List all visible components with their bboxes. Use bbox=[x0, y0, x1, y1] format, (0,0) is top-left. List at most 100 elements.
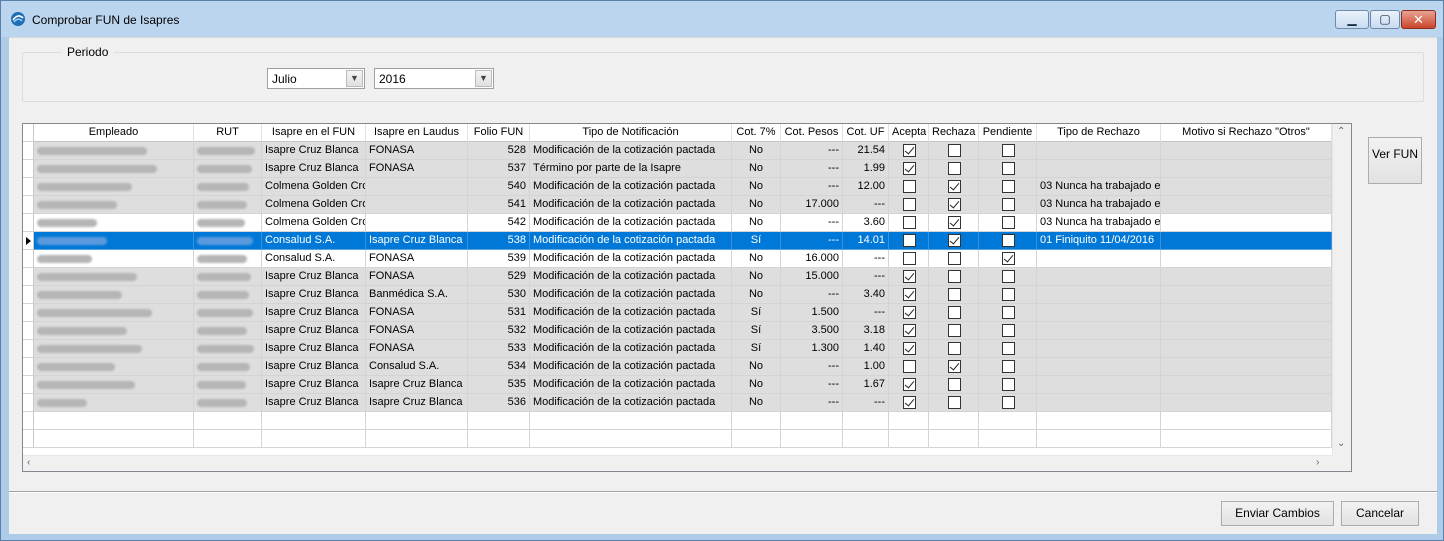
col-rechaza-cell[interactable] bbox=[929, 196, 979, 214]
pendiente-checkbox[interactable] bbox=[1002, 180, 1015, 193]
scroll-down-icon[interactable]: ⌄ bbox=[1337, 438, 1345, 449]
row-selector[interactable] bbox=[23, 160, 34, 178]
pendiente-checkbox[interactable] bbox=[1002, 288, 1015, 301]
rechaza-checkbox[interactable] bbox=[948, 234, 961, 247]
column-header[interactable]: Acepta bbox=[889, 124, 929, 142]
rechaza-checkbox[interactable] bbox=[948, 396, 961, 409]
empty-row[interactable] bbox=[23, 430, 1332, 448]
acepta-checkbox[interactable] bbox=[903, 396, 916, 409]
rechaza-checkbox[interactable] bbox=[948, 144, 961, 157]
col-acepta-cell[interactable] bbox=[889, 430, 929, 448]
acepta-checkbox[interactable] bbox=[903, 198, 916, 211]
column-header[interactable]: RUT bbox=[194, 124, 262, 142]
pendiente-checkbox[interactable] bbox=[1002, 216, 1015, 229]
vertical-scrollbar[interactable]: ⌃ ⌄ bbox=[1332, 124, 1351, 455]
col-rechaza-cell[interactable] bbox=[929, 430, 979, 448]
pendiente-checkbox[interactable] bbox=[1002, 162, 1015, 175]
col-acepta-cell[interactable] bbox=[889, 394, 929, 412]
row-selector[interactable] bbox=[23, 232, 34, 250]
pendiente-checkbox[interactable] bbox=[1002, 396, 1015, 409]
rechaza-checkbox[interactable] bbox=[948, 306, 961, 319]
column-header[interactable]: Pendiente bbox=[979, 124, 1037, 142]
column-header[interactable]: Rechaza bbox=[929, 124, 979, 142]
row-selector[interactable] bbox=[23, 394, 34, 412]
close-button[interactable]: ✕ bbox=[1401, 10, 1436, 29]
acepta-checkbox[interactable] bbox=[903, 270, 916, 283]
column-header[interactable]: Isapre en Laudus bbox=[366, 124, 468, 142]
row-selector[interactable] bbox=[23, 142, 34, 160]
row-selector[interactable] bbox=[23, 214, 34, 232]
column-header[interactable]: Tipo de Rechazo bbox=[1037, 124, 1161, 142]
col-rechaza-cell[interactable] bbox=[929, 250, 979, 268]
col-rechaza-cell[interactable] bbox=[929, 322, 979, 340]
scroll-right-icon[interactable]: › bbox=[1316, 457, 1319, 468]
table-row[interactable]: Isapre Cruz Blanca FONASA 531 Modificación … bbox=[23, 304, 1332, 322]
row-selector[interactable] bbox=[23, 322, 34, 340]
column-header[interactable]: Empleado bbox=[34, 124, 194, 142]
rechaza-checkbox[interactable] bbox=[948, 324, 961, 337]
title-bar[interactable]: Comprobar FUN de Isapres ▁ ▢ ✕ bbox=[1, 1, 1443, 37]
pendiente-checkbox[interactable] bbox=[1002, 324, 1015, 337]
rechaza-checkbox[interactable] bbox=[948, 180, 961, 193]
pendiente-checkbox[interactable] bbox=[1002, 252, 1015, 265]
col-rechaza-cell[interactable] bbox=[929, 232, 979, 250]
acepta-checkbox[interactable] bbox=[903, 342, 916, 355]
rechaza-checkbox[interactable] bbox=[948, 270, 961, 283]
rechaza-checkbox[interactable] bbox=[948, 360, 961, 373]
table-row[interactable]: Isapre Cruz Blanca FONASA 537 Término por p… bbox=[23, 160, 1332, 178]
column-header[interactable]: Cot. 7% bbox=[732, 124, 781, 142]
acepta-checkbox[interactable] bbox=[903, 180, 916, 193]
ver-fun-button[interactable]: Ver FUN bbox=[1368, 137, 1422, 184]
col-acepta-cell[interactable] bbox=[889, 412, 929, 430]
acepta-checkbox[interactable] bbox=[903, 252, 916, 265]
table-row[interactable]: Isapre Cruz Blanca FONASA 529 Modificación … bbox=[23, 268, 1332, 286]
col-acepta-cell[interactable] bbox=[889, 322, 929, 340]
col-rechaza-cell[interactable] bbox=[929, 178, 979, 196]
col-acepta-cell[interactable] bbox=[889, 376, 929, 394]
col-acepta-cell[interactable] bbox=[889, 142, 929, 160]
table-row[interactable]: Isapre Cruz Blanca Isapre Cruz Blanca 536 M… bbox=[23, 394, 1332, 412]
rechaza-checkbox[interactable] bbox=[948, 288, 961, 301]
col-pendiente-cell[interactable] bbox=[979, 268, 1037, 286]
col-acepta-cell[interactable] bbox=[889, 178, 929, 196]
rechaza-checkbox[interactable] bbox=[948, 216, 961, 229]
col-acepta-cell[interactable] bbox=[889, 214, 929, 232]
row-selector[interactable] bbox=[23, 286, 34, 304]
col-rechaza-cell[interactable] bbox=[929, 376, 979, 394]
col-rechaza-cell[interactable] bbox=[929, 142, 979, 160]
table-row[interactable]: Colmena Golden Cros 540 Modificación de la… bbox=[23, 178, 1332, 196]
rechaza-checkbox[interactable] bbox=[948, 252, 961, 265]
row-selector[interactable] bbox=[23, 304, 34, 322]
col-rechaza-cell[interactable] bbox=[929, 394, 979, 412]
col-pendiente-cell[interactable] bbox=[979, 196, 1037, 214]
acepta-checkbox[interactable] bbox=[903, 360, 916, 373]
col-rechaza-cell[interactable] bbox=[929, 412, 979, 430]
column-header[interactable]: Cot. UF bbox=[843, 124, 889, 142]
column-header[interactable]: Folio FUN bbox=[468, 124, 530, 142]
acepta-checkbox[interactable] bbox=[903, 324, 916, 337]
table-row[interactable]: Isapre Cruz Blanca FONASA 533 Modificación … bbox=[23, 340, 1332, 358]
minimize-button[interactable]: ▁ bbox=[1335, 10, 1369, 29]
column-header[interactable]: Cot. Pesos bbox=[781, 124, 843, 142]
acepta-checkbox[interactable] bbox=[903, 234, 916, 247]
table-row[interactable]: Isapre Cruz Blanca FONASA 528 Modificación … bbox=[23, 142, 1332, 160]
scroll-left-icon[interactable]: ‹ bbox=[27, 457, 30, 468]
table-row[interactable]: Isapre Cruz Blanca Consalud S.A. 534 Modifi… bbox=[23, 358, 1332, 376]
acepta-checkbox[interactable] bbox=[903, 216, 916, 229]
rechaza-checkbox[interactable] bbox=[948, 198, 961, 211]
column-header[interactable]: Tipo de Notificación bbox=[530, 124, 732, 142]
row-selector[interactable] bbox=[23, 358, 34, 376]
pendiente-checkbox[interactable] bbox=[1002, 198, 1015, 211]
col-rechaza-cell[interactable] bbox=[929, 358, 979, 376]
maximize-button[interactable]: ▢ bbox=[1370, 10, 1400, 29]
pendiente-checkbox[interactable] bbox=[1002, 306, 1015, 319]
acepta-checkbox[interactable] bbox=[903, 378, 916, 391]
row-selector[interactable] bbox=[23, 250, 34, 268]
row-selector[interactable] bbox=[23, 412, 34, 430]
cancel-button[interactable]: Cancelar bbox=[1341, 501, 1419, 526]
col-pendiente-cell[interactable] bbox=[979, 340, 1037, 358]
pendiente-checkbox[interactable] bbox=[1002, 234, 1015, 247]
col-pendiente-cell[interactable] bbox=[979, 214, 1037, 232]
col-acepta-cell[interactable] bbox=[889, 358, 929, 376]
table-row[interactable]: Colmena Golden Cros 542 Modificación de la… bbox=[23, 214, 1332, 232]
